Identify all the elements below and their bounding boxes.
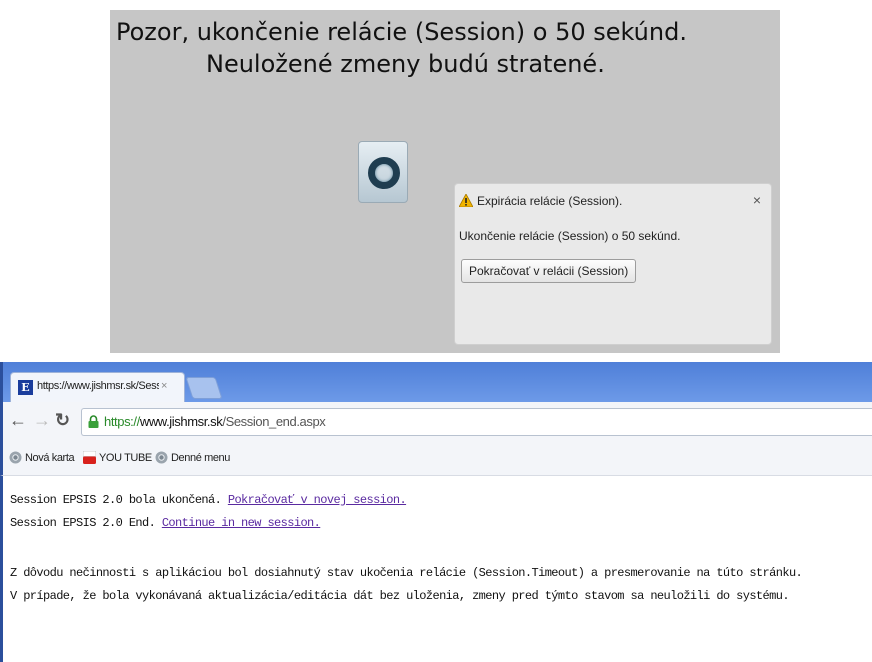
continue-new-session-en-link[interactable]: Continue in new session. <box>162 516 321 530</box>
back-arrow-icon[interactable]: ← <box>9 410 27 430</box>
chrome-icon <box>9 451 22 464</box>
bookmark-label: Denné menu <box>171 452 230 464</box>
warning-line-1: Pozor, ukončenie relácie (Session) o 50 … <box>116 18 687 46</box>
session-ended-en-text: Session EPSIS 2.0 End. <box>10 516 162 530</box>
page-content: Session EPSIS 2.0 bola ukončená. Pokračo… <box>0 476 872 662</box>
address-bar[interactable]: https://www.jishmsr.sk/Session_end.aspx <box>81 408 872 436</box>
bookmark-label: Nová karta <box>25 452 75 464</box>
browser-window: E https://www.jishmsr.sk/Sessio × ← → ↻ … <box>0 362 872 662</box>
dialog-message: Ukončenie relácie (Session) o 50 sekúnd. <box>459 229 681 243</box>
site-favicon: E <box>18 380 33 395</box>
unsaved-changes-notice: V prípade, že bola vykonávaná aktualizác… <box>10 589 790 603</box>
session-expiry-dialog: Expirácia relácie (Session). × Ukončenie… <box>454 183 772 345</box>
dialog-title-text: Expirácia relácie (Session). <box>477 194 623 208</box>
bookmark-label: YOU TUBE <box>99 452 152 464</box>
continue-session-button[interactable]: Pokračovať v relácii (Session) <box>461 259 637 283</box>
bookmark-youtube[interactable]: YOU TUBE <box>83 451 152 464</box>
lock-icon <box>88 415 99 428</box>
forward-arrow-icon[interactable]: → <box>33 410 51 430</box>
address-url: https://www.jishmsr.sk/Session_end.aspx <box>104 414 326 429</box>
continue-new-session-sk-link[interactable]: Pokračovať v novej session. <box>228 493 407 507</box>
url-path: /Session_end.aspx <box>222 414 326 429</box>
reload-icon[interactable]: ↻ <box>55 410 70 430</box>
session-ended-sk-text: Session EPSIS 2.0 bola ukončená. <box>10 493 228 507</box>
bookmark-new-tab[interactable]: Nová karta <box>9 451 75 464</box>
browser-tab[interactable]: E https://www.jishmsr.sk/Sessio × <box>10 372 185 402</box>
timeout-explanation: Z dôvodu nečinnosti s aplikáciou bol dos… <box>10 566 803 580</box>
dialog-title: Expirácia relácie (Session). <box>459 194 622 208</box>
browser-toolbar: ← → ↻ https://www.jishmsr.sk/Session_end… <box>0 402 872 442</box>
warning-icon <box>459 194 473 207</box>
tab-title: https://www.jishmsr.sk/Sessio <box>37 380 159 392</box>
tab-close-icon[interactable]: × <box>161 380 167 392</box>
session-warning-panel: Pozor, ukončenie relácie (Session) o 50 … <box>110 10 780 353</box>
youtube-icon <box>83 451 96 464</box>
new-tab-button[interactable] <box>185 377 223 399</box>
url-host: www.jishmsr.sk <box>139 414 223 429</box>
session-ended-sk: Session EPSIS 2.0 bola ukončená. Pokračo… <box>10 493 407 507</box>
url-scheme: https:// <box>104 414 140 429</box>
dialog-close-icon[interactable]: × <box>753 192 761 208</box>
loading-spinner-icon <box>358 141 408 203</box>
session-ended-en: Session EPSIS 2.0 End. Continue in new s… <box>10 516 321 530</box>
warning-line-2: Neuložené zmeny budú stratené. <box>206 50 605 78</box>
tab-strip: E https://www.jishmsr.sk/Sessio × <box>0 362 872 402</box>
bookmark-daily-menu[interactable]: Denné menu <box>155 451 230 464</box>
bookmarks-bar: Nová karta YOU TUBE Denné menu <box>0 442 872 476</box>
chrome-icon <box>155 451 168 464</box>
